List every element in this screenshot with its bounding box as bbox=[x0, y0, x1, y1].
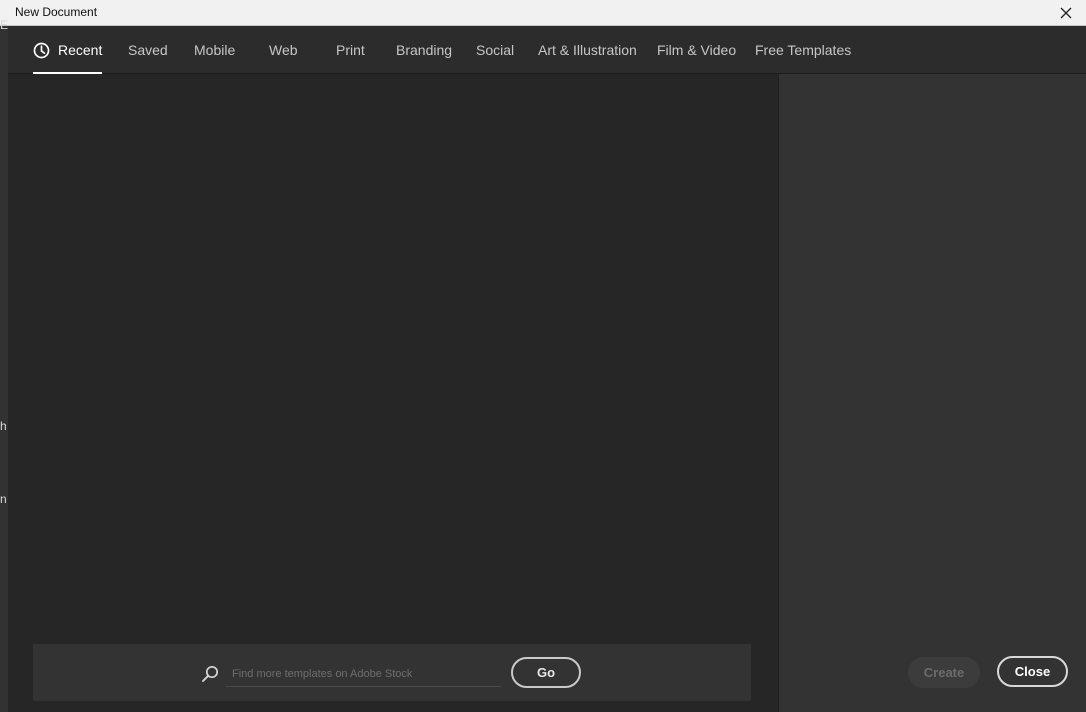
go-button[interactable]: Go bbox=[511, 657, 581, 688]
background-window-edge: E h n bbox=[0, 18, 8, 712]
tab-label: Saved bbox=[128, 42, 168, 58]
tab-label: Print bbox=[336, 42, 365, 58]
tab-saved[interactable]: Saved bbox=[128, 26, 168, 74]
new-document-dialog: Recent Saved Mobile Web Print Branding S… bbox=[8, 26, 1086, 712]
stock-search-input[interactable] bbox=[226, 661, 501, 687]
tab-art-illustration[interactable]: Art & Illustration bbox=[538, 26, 637, 74]
tab-mobile[interactable]: Mobile bbox=[194, 26, 235, 74]
window-title: New Document bbox=[15, 5, 98, 19]
background-text-fragment: E bbox=[0, 18, 9, 32]
tab-label: Branding bbox=[396, 42, 453, 58]
search-icon bbox=[200, 664, 220, 684]
preset-details-panel: Create Close bbox=[778, 74, 1086, 712]
tab-label: Recent bbox=[58, 42, 103, 58]
stock-search-bar: Go bbox=[33, 644, 751, 701]
create-button[interactable]: Create bbox=[908, 657, 980, 688]
tab-label: Film & Video bbox=[657, 42, 737, 58]
tab-label: Mobile bbox=[194, 42, 236, 58]
background-text-fragment: n bbox=[0, 492, 7, 506]
tab-recent[interactable]: Recent bbox=[33, 26, 103, 74]
tab-label: Social bbox=[476, 42, 515, 58]
category-tab-bar: Recent Saved Mobile Web Print Branding S… bbox=[8, 26, 1086, 74]
tab-social[interactable]: Social bbox=[476, 26, 514, 74]
tab-web[interactable]: Web bbox=[269, 26, 298, 74]
template-gallery: Go bbox=[8, 74, 778, 712]
background-text-fragment: h bbox=[0, 419, 7, 433]
close-button[interactable]: Close bbox=[997, 656, 1068, 687]
tab-branding[interactable]: Branding bbox=[396, 26, 452, 74]
tab-label: Free Templates bbox=[755, 42, 852, 58]
window-close-icon[interactable] bbox=[1056, 3, 1076, 23]
tab-free-templates[interactable]: Free Templates bbox=[755, 26, 851, 74]
tab-film-video[interactable]: Film & Video bbox=[657, 26, 736, 74]
clock-icon bbox=[33, 42, 50, 59]
title-bar: New Document bbox=[0, 0, 1086, 26]
tab-label: Art & Illustration bbox=[538, 42, 637, 58]
tab-label: Web bbox=[269, 42, 298, 58]
tab-print[interactable]: Print bbox=[336, 26, 365, 74]
